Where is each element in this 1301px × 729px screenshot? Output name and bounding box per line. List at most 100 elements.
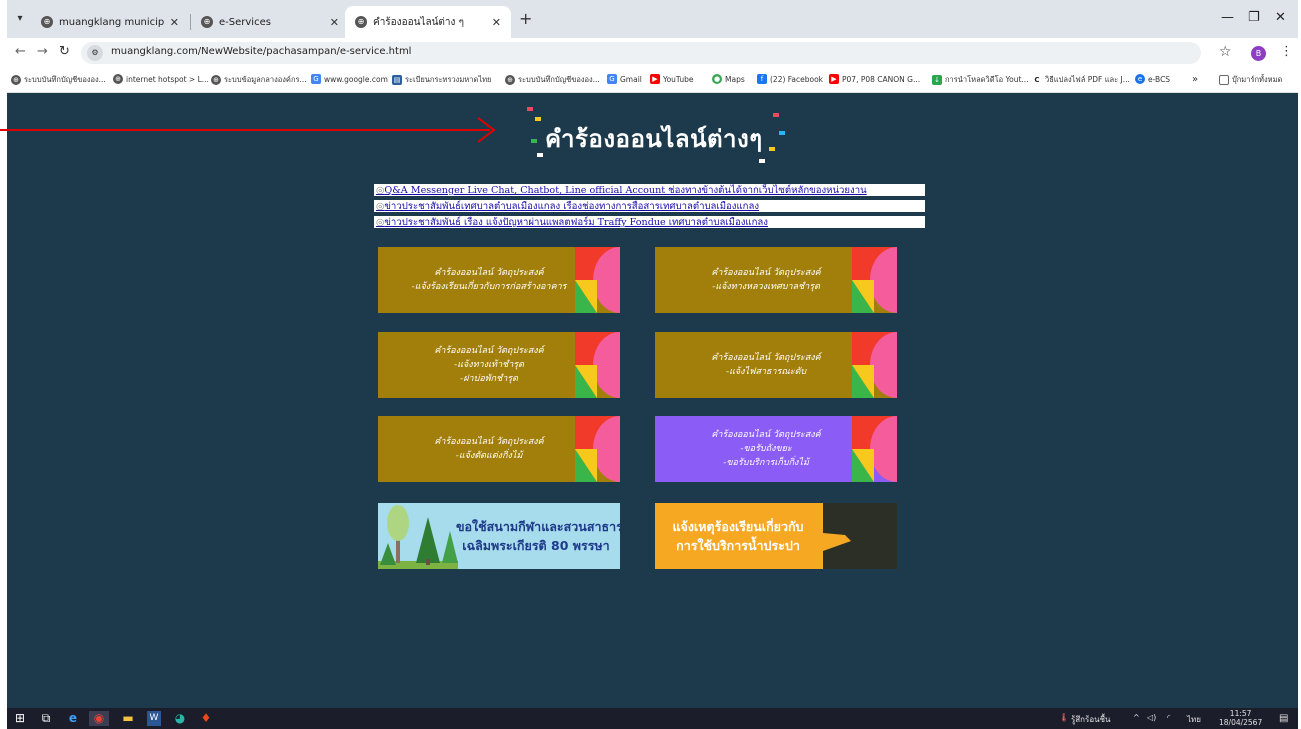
request-card-road-damage[interactable]: คำร้องออนไลน์ วัตถุประสงค์ -แจ้งทางหลวงเ… [655,247,897,313]
site-info-icon[interactable]: ⚙ [87,45,103,61]
page-content: คำร้องออนไลน์ต่างๆ ◎Q&A Messenger Live C… [7,93,1298,708]
window-close-icon[interactable]: ✕ [1275,10,1286,25]
confetti-decoration [759,159,765,163]
bookmark-item[interactable]: ▶ P07, P08 CANON G... [829,74,920,84]
card-text: คำร้องออนไลน์ วัตถุประสงค์ -ขอรับถังขยะ … [711,430,821,468]
tab-search-chevron-icon[interactable]: ▾ [11,10,29,28]
confetti-decoration [779,131,785,135]
reload-icon[interactable]: ↻ [59,44,70,59]
page-title: คำร้องออนไลน์ต่างๆ [545,125,763,153]
request-card-streetlight-out[interactable]: คำร้องออนไลน์ วัตถุประสงค์ -แจ้งไฟสาธารณ… [655,332,897,398]
bookmark-item[interactable]: ● Maps [712,74,745,84]
card-text: คำร้องออนไลน์ วัตถุประสงค์ -แจ้งทางหลวงเ… [711,268,821,292]
bookmark-item[interactable]: ⊕ ระบบบันทึกบัญชีขององ... [505,74,600,86]
card-text: คำร้องออนไลน์ วัตถุประสงค์ -แจ้งร้องเรีย… [411,268,567,292]
card-decoration [575,247,620,313]
globe-icon: ⊕ [211,75,221,85]
close-icon[interactable]: ✕ [492,16,501,29]
bookmarks-overflow[interactable]: » [1192,74,1198,85]
park-booking-card[interactable]: ขอใช้สนามกีฬาและสวนสาธารณะ เฉลิมพระเกียร… [378,503,620,569]
tray-chevron-icon[interactable]: ^ [1133,713,1140,722]
browser-toolbar: ← → ↻ ⚙ muangklang.com/NewWebsite/pachas… [7,38,1298,68]
windows-start-icon[interactable]: ⊞ [13,711,27,726]
bookmark-item[interactable]: ↓ การนำโหลดวิดีโอ Yout... [932,74,1029,86]
trees-illustration [378,505,458,569]
browser-window: ▾ ⊕ muangklang municipality. ✕ ⊕ e-Servi… [7,0,1298,729]
all-bookmarks-folder[interactable]: บุ๊กมาร์กทั้งหมด [1219,74,1282,86]
card-decoration [575,416,620,482]
bookmarks-bar: ⊕ ระบบบันทึกบัญชีขององ... ⊕ internet hotsp… [7,68,1298,93]
menu-kebab-icon[interactable]: ⋮ [1280,44,1293,59]
request-card-sidewalk-damage[interactable]: คำร้องออนไลน์ วัตถุประสงค์ -แจ้งทางเท้าช… [378,332,620,398]
bookmark-item[interactable]: ⊕ internet hotspot > L... [113,74,209,84]
facebook-icon: f [757,74,767,84]
request-card-garbage-bin[interactable]: คำร้องออนไลน์ วัตถุประสงค์ -ขอรับถังขยะ … [655,416,897,482]
card-text: คำร้องออนไลน์ วัตถุประสงค์ -แจ้งตัดแต่งก… [434,437,544,461]
app-icon[interactable]: ◕ [173,711,187,726]
weather-icon: 🌡 [1059,713,1070,722]
bookmark-star-icon[interactable]: ☆ [1219,44,1232,60]
globe-icon: ⊕ [41,16,53,28]
tab-title: muangklang municipality. [59,16,164,28]
language-indicator[interactable]: ไทย [1187,713,1201,726]
weather-text[interactable]: รู้สึกร้อนชื้น [1071,713,1111,726]
new-tab-button[interactable]: + [519,9,532,28]
bookmark-item[interactable]: G Gmail [607,74,642,84]
tab-title: e-Services [219,16,271,28]
card-text: คำร้องออนไลน์ วัตถุประสงค์ -แจ้งทางเท้าช… [434,346,544,384]
close-icon[interactable]: ✕ [330,16,339,29]
google-icon: G [311,74,321,84]
close-icon[interactable]: ✕ [170,16,179,29]
request-card-tree-trimming[interactable]: คำร้องออนไลน์ วัตถุประสงค์ -แจ้งตัดแต่งก… [378,416,620,482]
ministry-icon: ▤ [392,75,402,85]
tab-e-services[interactable]: ⊕ e-Services ✕ [191,6,349,38]
youtube-icon: ▶ [829,74,839,84]
water-complaint-card[interactable]: แจ้งเหตุร้องเรียนเกี่ยวกับ การใช้บริการน… [655,503,897,569]
speaker-icon[interactable]: ◁) [1147,713,1156,722]
bookmark-item[interactable]: ▤ ระเบียนกระทรวงมหาดไทย [392,74,491,86]
news-link-qa-messenger[interactable]: ◎Q&A Messenger Live Chat, Chatbot, Line … [373,183,926,197]
word-icon[interactable]: W [147,711,161,726]
c-logo-icon: C [1032,75,1042,85]
notification-icon[interactable]: ▤ [1279,713,1288,724]
download-icon: ↓ [932,75,942,85]
profile-avatar[interactable]: B [1251,46,1266,61]
card-decoration [852,247,897,313]
request-card-building-complaint[interactable]: คำร้องออนไลน์ วัตถุประสงค์ -แจ้งร้องเรีย… [378,247,620,313]
task-view-icon[interactable]: ⧉ [39,711,53,726]
file-explorer-icon[interactable]: ▬ [121,711,135,726]
address-bar[interactable]: ⚙ muangklang.com/NewWebsite/pachasampan/… [81,42,1201,64]
bookmark-item[interactable]: ▶ YouTube [650,74,694,84]
news-link-communication-channels[interactable]: ◎ข่าวประชาสัมพันธ์เทศบาลตำบลเมืองแกลง เร… [373,199,926,213]
back-icon[interactable]: ← [15,44,26,59]
minimize-icon[interactable]: — [1221,10,1234,25]
app-icon[interactable]: ♦ [199,711,213,726]
chrome-icon[interactable]: ◉ [89,711,109,726]
globe-icon: ⊕ [355,16,367,28]
folder-icon [1219,75,1229,85]
url-text[interactable]: muangklang.com/NewWebsite/pachasampan/e-… [111,46,411,57]
windows-taskbar: ⊞ ⧉ e ◉ ▬ W ◕ ♦ 🌡 รู้สึกร้อนชื้น ^ ◁) ◜ … [7,708,1298,729]
tab-online-requests[interactable]: ⊕ คำร้องออนไลน์ต่าง ๆ ✕ [345,6,511,38]
bookmark-item[interactable]: ⊕ ระบบบันทึกบัญชีขององ... [11,74,106,86]
network-icon[interactable]: ◜ [1167,713,1170,722]
news-link-traffy-fondue[interactable]: ◎ข่าวประชาสัมพันธ์ เรื่อง แจ้งปัญหาผ่านแ… [373,215,926,229]
edge-icon[interactable]: e [65,711,81,726]
tab-muangklang[interactable]: ⊕ muangklang municipality. ✕ [31,6,189,38]
bookmark-item[interactable]: Gwww.google.com [311,74,388,84]
card-decoration [575,332,620,398]
confetti-decoration [531,139,537,143]
bookmark-item[interactable]: ⊕ ระบบข้อมูลกลางองค์กร... [211,74,307,86]
bookmark-item[interactable]: f (22) Facebook [757,74,823,84]
restore-icon[interactable]: ❐ [1248,10,1260,25]
forward-icon[interactable]: → [37,44,48,59]
tab-title: คำร้องออนไลน์ต่าง ๆ [373,16,464,28]
bookmark-item[interactable]: e e-BCS [1135,74,1170,84]
confetti-decoration [769,147,775,151]
card-decoration [852,332,897,398]
clock[interactable]: 11:57 18/04/2567 [1219,709,1262,727]
bookmark-item[interactable]: C วิธีแปลงไฟล์ PDF และ J... [1032,74,1130,86]
globe-icon: ⊕ [505,75,515,85]
park-booking-text: ขอใช้สนามกีฬาและสวนสาธารณะ เฉลิมพระเกียร… [456,519,620,553]
card-decoration [852,416,897,482]
